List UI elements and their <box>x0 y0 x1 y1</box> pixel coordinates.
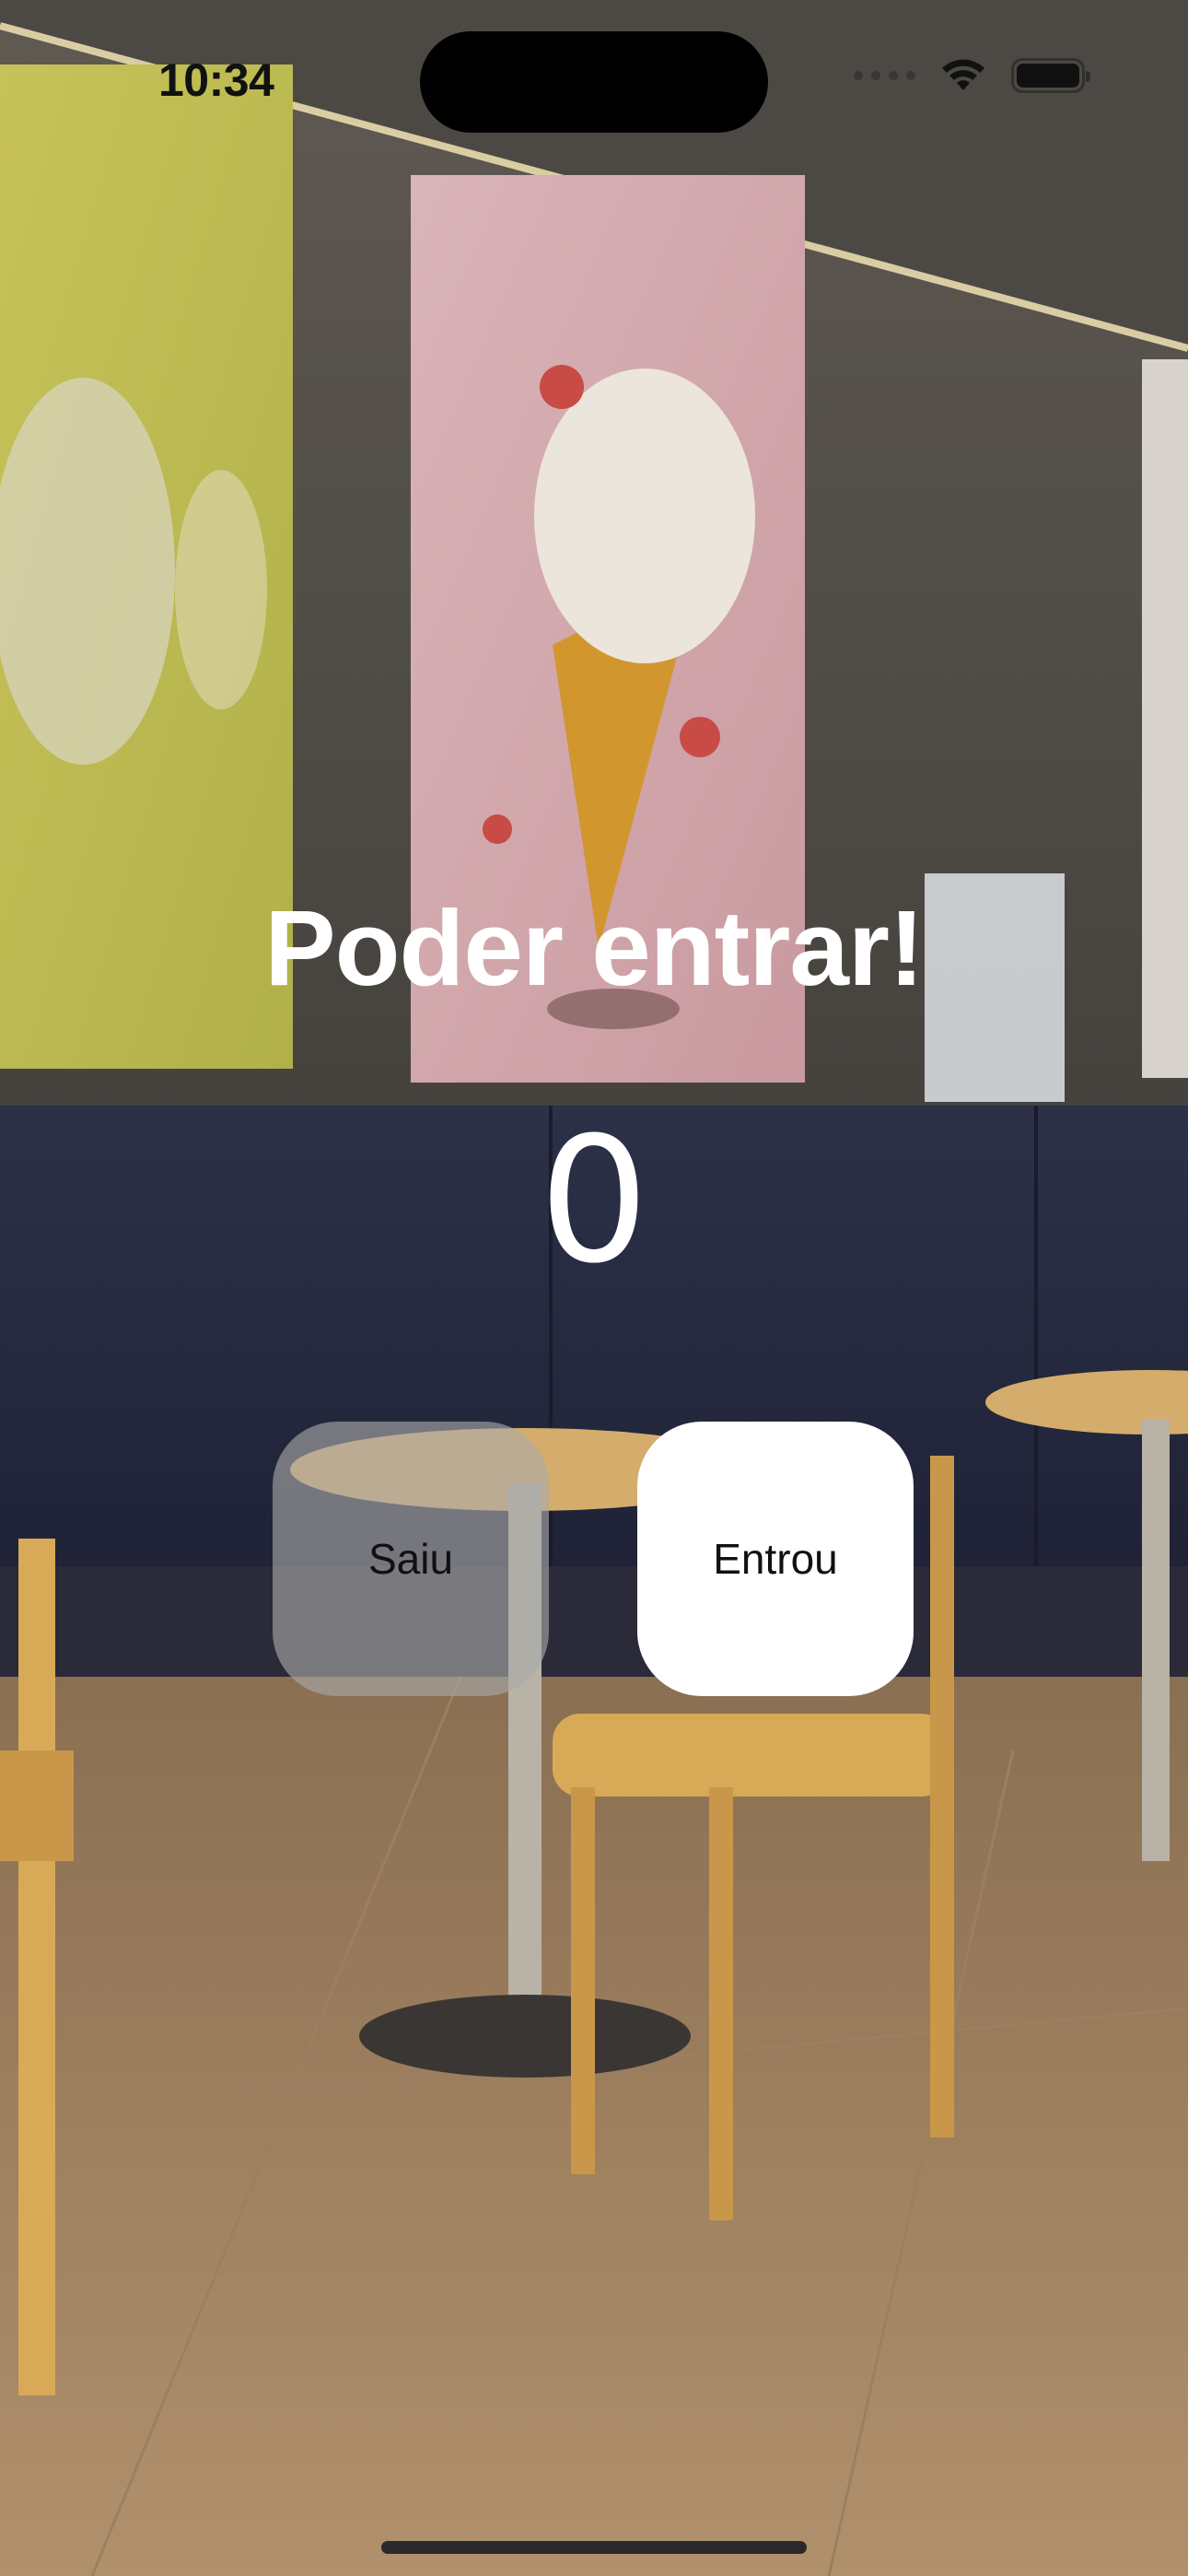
dynamic-island <box>420 31 768 133</box>
page-title: Poder entrar! <box>264 888 924 1008</box>
status-time: 10:34 <box>158 54 274 106</box>
signal-dots-icon <box>854 71 915 80</box>
battery-icon <box>1011 58 1090 93</box>
status-icons <box>854 57 1090 94</box>
app-screen: 10:34 Poder entrar! 0 Saiu Entrou <box>0 0 1188 2576</box>
wifi-icon <box>942 59 984 90</box>
people-counter: 0 <box>539 1100 649 1302</box>
entrou-button[interactable]: Entrou <box>637 1422 914 1696</box>
saiu-button[interactable]: Saiu <box>273 1422 549 1696</box>
home-indicator[interactable] <box>381 2541 807 2554</box>
